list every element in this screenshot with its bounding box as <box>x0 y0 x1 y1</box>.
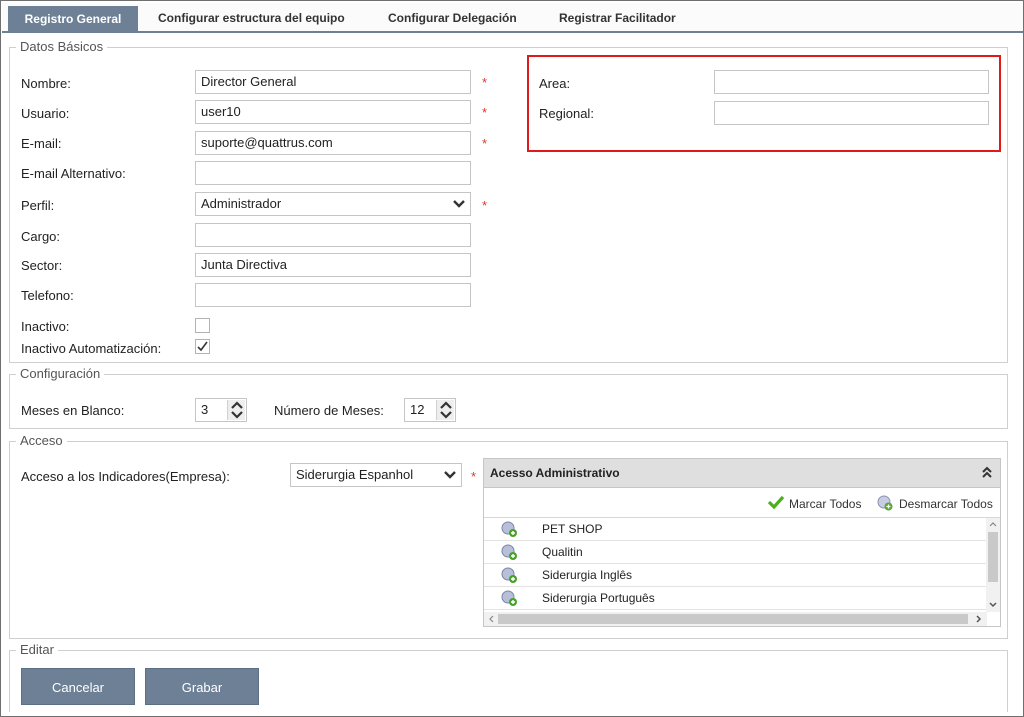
horizontal-scrollbar[interactable] <box>484 612 987 626</box>
numero-meses-value: 12 <box>410 402 425 417</box>
meses-blanco-label: Meses en Blanco: <box>21 403 125 418</box>
email-alternativo-input[interactable] <box>195 161 471 185</box>
inactivo-checkbox[interactable] <box>195 318 210 333</box>
list-item[interactable]: Siderurgia Português <box>484 587 987 610</box>
tab-registro-general[interactable]: Registro General <box>8 6 138 33</box>
panel-header: Acesso Administrativo <box>484 459 1000 488</box>
telefono-label: Telefono: <box>21 288 74 303</box>
nombre-label: Nombre: <box>21 76 71 91</box>
meses-blanco-stepper[interactable]: 3 <box>195 398 247 422</box>
list-item[interactable]: Siderurgia Inglês <box>484 564 987 587</box>
add-globe-icon <box>501 521 518 541</box>
usuario-label: Usuario: <box>21 106 70 121</box>
window-frame: Registro General Configurar estructura d… <box>0 0 1024 717</box>
chevron-down-icon[interactable] <box>449 194 469 214</box>
scrollbar-thumb[interactable] <box>498 614 968 624</box>
company-list: PET SHOP Qualitin Siderurgia Inglês Side… <box>484 517 1000 626</box>
spinner-arrows-icon[interactable] <box>227 400 245 420</box>
cargo-label: Cargo: <box>21 229 61 244</box>
regional-label: Regional: <box>539 106 594 121</box>
cancel-button[interactable]: Cancelar <box>21 668 135 705</box>
list-item-label: Siderurgia Inglês <box>542 568 633 582</box>
scrollbar-thumb[interactable] <box>988 532 998 582</box>
editar-legend: Editar <box>16 642 58 658</box>
datos-basicos-legend: Datos Básicos <box>16 39 108 55</box>
cargo-input[interactable] <box>195 223 471 247</box>
tab-configurar-delegacion[interactable]: Configurar Delegación <box>388 6 517 31</box>
meses-blanco-value: 3 <box>201 402 209 417</box>
telefono-input[interactable] <box>195 283 471 307</box>
configuracion-section: Configuración <box>9 366 1008 429</box>
sector-label: Sector: <box>21 258 63 273</box>
add-globe-icon <box>501 544 518 564</box>
usuario-input[interactable]: user10 <box>195 100 471 124</box>
usuario-required-mark: * <box>482 105 488 120</box>
chevron-down-icon[interactable] <box>440 465 460 485</box>
area-label: Area: <box>539 76 571 91</box>
check-icon[interactable] <box>767 494 785 513</box>
acceso-indicadores-select[interactable]: Siderurgia Espanhol <box>290 463 462 487</box>
list-item[interactable]: Qualitin <box>484 541 987 564</box>
add-globe-icon <box>501 590 518 610</box>
perfil-required-mark: * <box>482 198 488 213</box>
email-alternativo-label: E-mail Alternativo: <box>21 166 126 181</box>
tab-registrar-facilitador[interactable]: Registrar Facilitador <box>559 6 676 31</box>
scroll-left-icon[interactable] <box>488 615 494 623</box>
panel-title: Acesso Administrativo <box>490 466 620 480</box>
sector-input[interactable]: Junta Directiva <box>195 253 471 277</box>
area-input[interactable] <box>714 70 989 94</box>
collapse-icon[interactable] <box>980 464 994 483</box>
spinner-arrows-icon[interactable] <box>436 400 454 420</box>
configuracion-legend: Configuración <box>16 366 105 382</box>
nombre-input[interactable]: Director General <box>195 70 471 94</box>
scroll-down-icon[interactable] <box>989 602 997 608</box>
email-label: E-mail: <box>21 136 62 151</box>
inactivo-automatizacion-checkbox[interactable] <box>195 339 210 354</box>
desmarcar-todos-button[interactable]: Desmarcar Todos <box>899 497 993 511</box>
scroll-right-icon[interactable] <box>976 615 982 623</box>
list-item-label: PET SHOP <box>542 522 603 536</box>
nombre-required-mark: * <box>482 75 488 90</box>
checkmark-icon <box>197 341 208 352</box>
scroll-up-icon[interactable] <box>989 521 997 527</box>
tab-bar: Registro General Configurar estructura d… <box>2 3 1023 33</box>
email-required-mark: * <box>482 136 488 151</box>
vertical-scrollbar[interactable] <box>986 518 1000 612</box>
desmarcar-icon[interactable] <box>877 495 893 514</box>
add-globe-icon <box>501 567 518 587</box>
tab-configurar-estructura[interactable]: Configurar estructura del equipo <box>158 6 345 31</box>
numero-meses-stepper[interactable]: 12 <box>404 398 456 422</box>
numero-meses-label: Número de Meses: <box>274 403 384 418</box>
list-item[interactable]: PET SHOP <box>484 518 987 541</box>
regional-input[interactable] <box>714 101 989 125</box>
inactivo-label: Inactivo: <box>21 319 70 334</box>
acceso-indicadores-label: Acceso a los Indicadores(Empresa): <box>21 469 230 484</box>
perfil-select[interactable]: Administrador <box>195 192 471 216</box>
acesso-administrativo-panel: Acesso Administrativo Marcar Todos Desma… <box>483 458 1001 627</box>
acceso-indicadores-value: Siderurgia Espanhol <box>296 467 414 482</box>
perfil-label: Perfil: <box>21 198 55 213</box>
inactivo-automatizacion-label: Inactivo Automatización: <box>21 341 162 356</box>
list-item-label: Siderurgia Português <box>542 591 655 605</box>
panel-toolbar: Marcar Todos Desmarcar Todos <box>484 489 1000 517</box>
acceso-required-mark: * <box>471 469 477 484</box>
acceso-legend: Acceso <box>16 433 67 449</box>
perfil-select-value: Administrador <box>201 196 282 211</box>
marcar-todos-button[interactable]: Marcar Todos <box>789 497 861 511</box>
save-button[interactable]: Grabar <box>145 668 259 705</box>
email-input[interactable]: suporte@quattrus.com <box>195 131 471 155</box>
list-item-label: Qualitin <box>542 545 583 559</box>
